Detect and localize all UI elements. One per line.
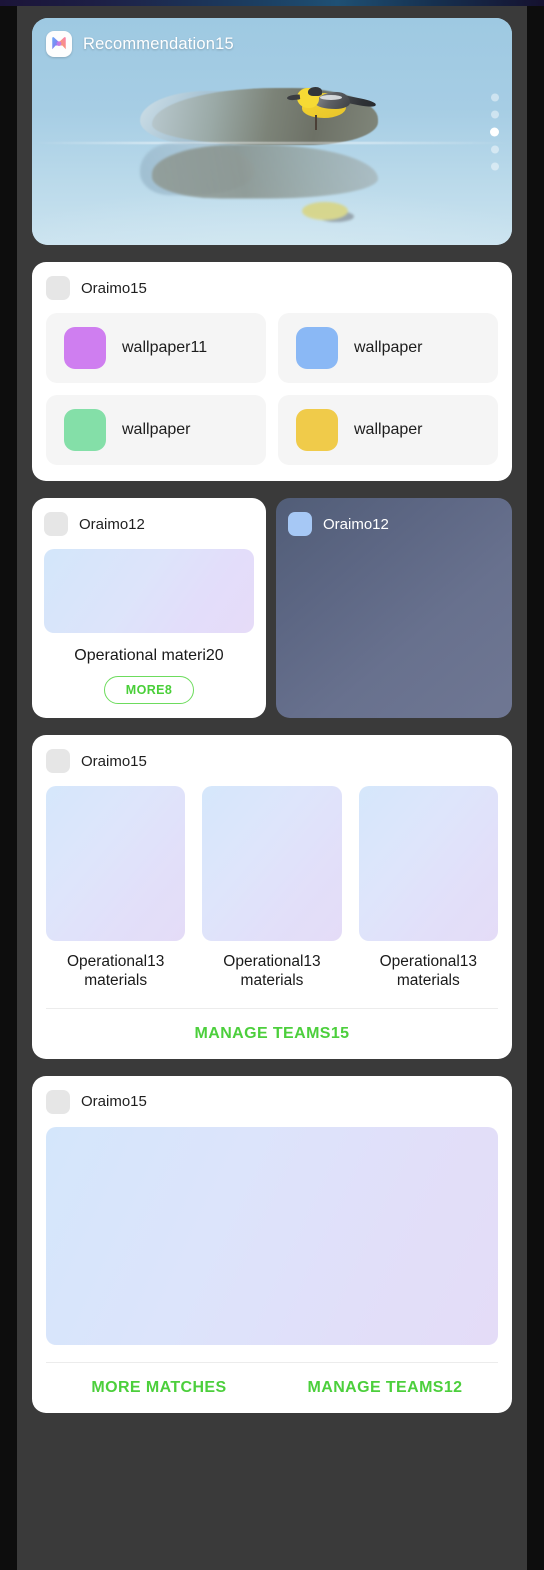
teams-tile[interactable]: Operational13 materials — [202, 786, 342, 991]
bird-wing-highlight — [320, 94, 342, 100]
right-bezel — [527, 0, 544, 1570]
placeholder-icon-blue — [288, 512, 312, 536]
wallpaper-swatch — [64, 409, 106, 451]
operational-thumbnail — [44, 549, 254, 633]
placeholder-icon — [46, 276, 70, 300]
teams-tile[interactable]: Operational13 materials — [358, 786, 498, 991]
wallpaper-swatch — [64, 327, 106, 369]
wallpaper-item[interactable]: wallpaper — [278, 395, 498, 465]
manage-teams-12-button[interactable]: MANAGE TEAMS12 — [272, 1363, 498, 1397]
duo-row: Oraimo12 Operational materi20 MORE8 Orai… — [32, 498, 512, 718]
widget-feed: Recommendation15 Oraimo15 wallpaper11 wa… — [17, 6, 527, 1427]
teams-tile-caption: Operational13 materials — [223, 953, 321, 990]
operational-material-card[interactable]: Oraimo12 Operational materi20 MORE8 — [32, 498, 266, 718]
operational-card-title: Oraimo12 — [79, 515, 145, 533]
top-status-strip — [0, 0, 544, 6]
left-bezel — [0, 0, 17, 1570]
teams-tile-thumbnail — [358, 786, 498, 941]
wallpaper-swatch — [296, 409, 338, 451]
wallpaper-item[interactable]: wallpaper11 — [46, 313, 266, 383]
more-button-wrap: MORE8 — [44, 676, 254, 704]
wallpaper-label: wallpaper — [354, 421, 423, 438]
matches-actions-row: MORE MATCHES MANAGE TEAMS12 — [46, 1363, 498, 1397]
bird-reflection-body — [302, 201, 348, 220]
placeholder-icon — [46, 1089, 70, 1114]
wallpaper-label: wallpaper11 — [122, 339, 208, 356]
more-button[interactable]: MORE8 — [103, 676, 195, 704]
wallpaper-swatch — [296, 327, 338, 369]
more-matches-button[interactable]: MORE MATCHES — [46, 1363, 272, 1397]
placeholder-icon — [46, 749, 70, 773]
wallpaper-card: Oraimo15 wallpaper11 wallpaper wallpaper — [32, 262, 512, 481]
wallpaper-grid: wallpaper11 wallpaper wallpaper wallpape… — [46, 313, 498, 465]
pager-dot-4[interactable] — [490, 145, 499, 153]
bird-reflection — [284, 186, 376, 226]
recommendation-app-icon[interactable] — [46, 31, 72, 57]
placeholder-icon — [44, 512, 68, 536]
manage-teams-button[interactable]: MANAGE TEAMS15 — [46, 1009, 498, 1043]
teams-card-header: Oraimo15 — [46, 749, 498, 773]
wallpaper-item[interactable]: wallpaper — [46, 395, 266, 465]
operational-card-header: Oraimo12 — [44, 512, 254, 536]
teams-tile-thumbnail — [46, 786, 186, 941]
oraimo-blue-card[interactable]: Oraimo12 — [276, 498, 512, 718]
wallpaper-card-title: Oraimo15 — [81, 279, 147, 297]
teams-tile[interactable]: Operational13 materials — [46, 786, 186, 991]
pager-dot-1[interactable] — [490, 93, 499, 101]
hero-header: Recommendation15 — [46, 31, 234, 57]
recommendation-hero-card[interactable]: Recommendation15 — [32, 18, 512, 245]
oraimo-blue-card-header: Oraimo12 — [288, 512, 500, 536]
hero-pager[interactable] — [490, 93, 499, 170]
teams-tile-caption: Operational13 materials — [379, 953, 477, 990]
matches-card: Oraimo15 MORE MATCHES MANAGE TEAMS12 — [32, 1075, 512, 1413]
app-container: Recommendation15 Oraimo15 wallpaper11 wa… — [17, 6, 527, 1570]
wallpaper-label: wallpaper — [354, 339, 423, 356]
matches-card-title: Oraimo15 — [81, 1093, 147, 1111]
wallpaper-card-header: Oraimo15 — [46, 276, 498, 300]
teams-tile-caption: Operational13 materials — [66, 953, 165, 990]
hero-title: Recommendation15 — [83, 34, 234, 53]
pager-dot-2[interactable] — [490, 110, 499, 118]
teams-card-title: Oraimo15 — [81, 752, 147, 770]
matches-banner-image[interactable] — [46, 1126, 498, 1345]
teams-tile-thumbnail — [202, 786, 342, 941]
wallpaper-label: wallpaper — [122, 421, 191, 438]
pager-dot-5[interactable] — [490, 162, 499, 170]
teams-card: Oraimo15 Operational13 materials Operati… — [32, 735, 512, 1059]
matches-card-header: Oraimo15 — [46, 1089, 498, 1114]
bird-cap — [308, 86, 322, 96]
pager-dot-3-active[interactable] — [490, 127, 499, 136]
bird-leg — [315, 114, 317, 130]
operational-caption: Operational materi20 — [74, 647, 224, 664]
waterline — [32, 141, 512, 144]
screen: Recommendation15 Oraimo15 wallpaper11 wa… — [0, 0, 544, 1570]
teams-tile-grid: Operational13 materials Operational13 ma… — [46, 786, 498, 991]
oraimo-blue-card-title: Oraimo12 — [323, 515, 389, 533]
bird-illustration — [284, 85, 377, 131]
wallpaper-item[interactable]: wallpaper — [278, 313, 498, 383]
